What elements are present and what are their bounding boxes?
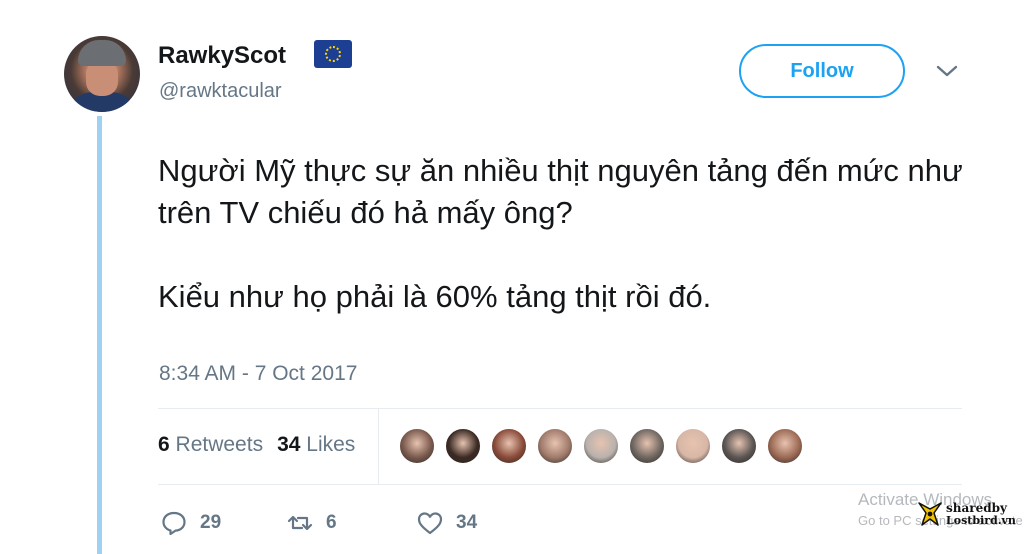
- avatar-beanie: [78, 40, 126, 66]
- heart-icon: [417, 512, 443, 535]
- liker-avatar[interactable]: [720, 427, 758, 465]
- watermark-line1: sharedby: [946, 501, 1007, 515]
- likes-label: Likes: [306, 433, 356, 456]
- tweet-text: Người Mỹ thực sự ăn nhiều thịt nguyên tả…: [158, 150, 978, 318]
- tweet-paragraph: Kiểu như họ phải là 60% tảng thịt rồi đó…: [158, 279, 712, 314]
- reply-icon: [162, 511, 186, 536]
- site-watermark-logo: sharedby Lostbird.vn: [916, 495, 1024, 537]
- liker-avatar[interactable]: [536, 427, 574, 465]
- tweet-stats: 6 Retweets 34 Likes: [158, 430, 355, 460]
- liker-avatar[interactable]: [490, 427, 528, 465]
- liker-avatar[interactable]: [398, 427, 436, 465]
- liker-avatars: [398, 427, 812, 465]
- likes-stat[interactable]: 34 Likes: [277, 433, 355, 456]
- retweets-label: Retweets: [175, 433, 264, 456]
- eu-flag-icon: [314, 40, 352, 68]
- retweets-stat[interactable]: 6 Retweets: [158, 433, 263, 456]
- flag-stars: [325, 46, 341, 62]
- retweet-icon: [287, 515, 313, 531]
- tweet-timestamp[interactable]: 8:34 AM - 7 Oct 2017: [159, 359, 357, 389]
- liker-avatar[interactable]: [674, 427, 712, 465]
- user-handle[interactable]: @rawktacular: [159, 78, 282, 104]
- liker-avatar[interactable]: [444, 427, 482, 465]
- divider: [378, 408, 379, 484]
- avatar[interactable]: [64, 36, 140, 112]
- chevron-down-icon[interactable]: [934, 62, 960, 80]
- bird-logo-icon: [918, 502, 942, 526]
- liker-avatar[interactable]: [582, 427, 620, 465]
- watermark-line2: Lostbird.vn: [946, 514, 1016, 527]
- display-name[interactable]: RawkyScot: [158, 41, 286, 71]
- tweet-paragraph: Người Mỹ thực sự ăn nhiều thịt nguyên tả…: [158, 153, 963, 230]
- retweets-count: 6: [158, 433, 170, 456]
- likes-count: 34: [277, 433, 301, 456]
- reply-button[interactable]: 29: [160, 506, 221, 540]
- follow-button[interactable]: Follow: [739, 44, 905, 98]
- like-count: 34: [456, 512, 478, 533]
- retweet-button[interactable]: 6: [286, 506, 337, 540]
- thread-line: [97, 116, 102, 554]
- reply-count: 29: [200, 512, 222, 533]
- like-button[interactable]: 34: [416, 506, 477, 540]
- divider: [158, 484, 962, 485]
- divider: [158, 408, 962, 409]
- liker-avatar[interactable]: [766, 427, 804, 465]
- liker-avatar[interactable]: [628, 427, 666, 465]
- retweet-count: 6: [326, 512, 337, 533]
